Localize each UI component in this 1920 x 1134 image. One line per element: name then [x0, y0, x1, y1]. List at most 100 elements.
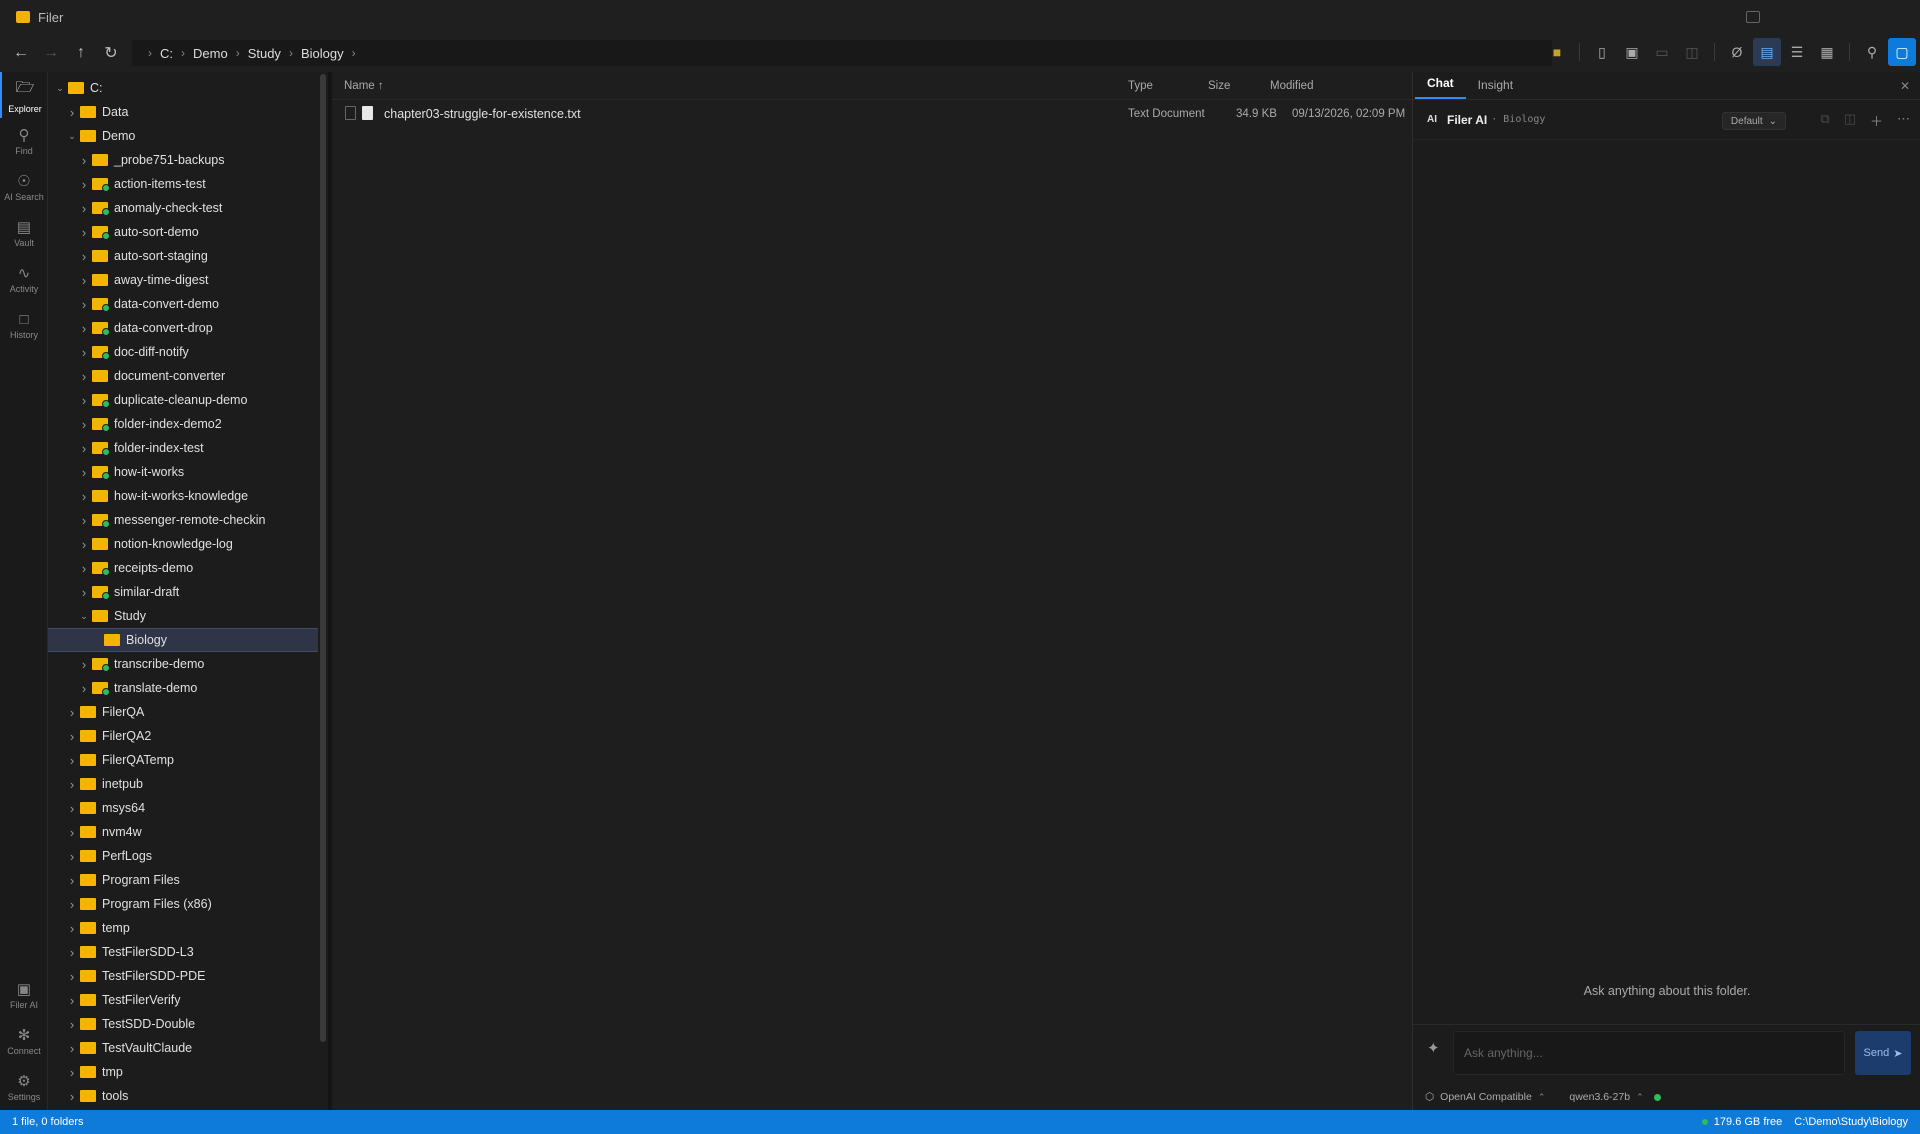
- chevron-right-icon[interactable]: ›: [78, 345, 90, 360]
- activity-history[interactable]: □ History: [0, 302, 48, 348]
- tree-scrollbar-thumb[interactable]: [320, 74, 326, 1042]
- new-folder-button[interactable]: ▣: [1618, 38, 1646, 66]
- column-type[interactable]: Type: [1128, 80, 1153, 92]
- tree-item[interactable]: › TestSDD-Double: [48, 1012, 318, 1036]
- tree-item[interactable]: › folder-index-test: [48, 436, 318, 460]
- chevron-down-icon[interactable]: ⌄: [54, 83, 66, 94]
- chevron-right-icon[interactable]: ›: [78, 585, 90, 600]
- plus-icon[interactable]: ＋: [1870, 111, 1883, 130]
- tree-item[interactable]: › receipts-demo: [48, 556, 318, 580]
- tree-item[interactable]: › transcribe-demo: [48, 652, 318, 676]
- folder-action-button[interactable]: ■: [1543, 38, 1571, 66]
- column-size[interactable]: Size: [1208, 80, 1230, 92]
- chevron-right-icon[interactable]: ›: [78, 321, 90, 336]
- toggle-hidden-button[interactable]: Ø: [1723, 38, 1751, 66]
- chevron-down-icon[interactable]: ⌄: [78, 611, 90, 622]
- tree-item[interactable]: › PerfLogs: [48, 844, 318, 868]
- tree-item[interactable]: › inetpub: [48, 772, 318, 796]
- chevron-right-icon[interactable]: ›: [78, 225, 90, 240]
- tree-item[interactable]: › similar-draft: [48, 580, 318, 604]
- tree-item[interactable]: › data-convert-demo: [48, 292, 318, 316]
- search-button[interactable]: ⚲: [1858, 38, 1886, 66]
- breadcrumb[interactable]: › C: › Demo › Study › Biology ›: [132, 40, 1552, 66]
- tree-item[interactable]: › action-items-test: [48, 172, 318, 196]
- tree-item[interactable]: › Program Files: [48, 868, 318, 892]
- tree-item[interactable]: › auto-sort-demo: [48, 220, 318, 244]
- chevron-right-icon[interactable]: ›: [66, 993, 78, 1008]
- tree-item[interactable]: › anomaly-check-test: [48, 196, 318, 220]
- trash-icon[interactable]: ◫: [1844, 111, 1856, 130]
- chevron-right-icon[interactable]: ›: [78, 465, 90, 480]
- chevron-right-icon[interactable]: ›: [78, 249, 90, 264]
- grid-view-button[interactable]: ▦: [1813, 38, 1841, 66]
- tree-item[interactable]: › away-time-digest: [48, 268, 318, 292]
- chevron-right-icon[interactable]: ›: [78, 153, 90, 168]
- delete-button[interactable]: ◫: [1678, 38, 1706, 66]
- chevron-right-icon[interactable]: ›: [78, 393, 90, 408]
- copy-icon[interactable]: ⧉: [1820, 111, 1829, 130]
- chevron-up-icon[interactable]: ⌃: [1538, 1092, 1546, 1103]
- tree-item[interactable]: ⌄ C:: [48, 76, 318, 100]
- chevron-right-icon[interactable]: ›: [66, 969, 78, 984]
- back-button[interactable]: ←: [6, 38, 36, 68]
- chevron-right-icon[interactable]: ›: [66, 1065, 78, 1080]
- tree-item[interactable]: ⌄ Demo: [48, 124, 318, 148]
- chevron-right-icon[interactable]: ›: [66, 753, 78, 768]
- paste-button[interactable]: ▭: [1648, 38, 1676, 66]
- activity-filer-ai[interactable]: ▣ Filer AI: [0, 972, 48, 1018]
- list-view-button[interactable]: ☰: [1783, 38, 1811, 66]
- chevron-right-icon[interactable]: ›: [66, 729, 78, 744]
- activity-explorer[interactable]: 🗁 Explorer: [0, 72, 48, 118]
- tree-item[interactable]: › auto-sort-staging: [48, 244, 318, 268]
- activity-find[interactable]: ⚲ Find: [0, 118, 48, 164]
- tree-item[interactable]: › duplicate-cleanup-demo: [48, 388, 318, 412]
- chevron-right-icon[interactable]: ›: [78, 369, 90, 384]
- chevron-right-icon[interactable]: ›: [66, 825, 78, 840]
- column-modified[interactable]: Modified: [1270, 80, 1313, 92]
- activity-settings[interactable]: ⚙ Settings: [0, 1064, 48, 1110]
- file-row[interactable]: chapter03-struggle-for-existence.txt Tex…: [332, 100, 1412, 128]
- tree-item[interactable]: › nvm4w: [48, 820, 318, 844]
- tree-item[interactable]: › notion-knowledge-log: [48, 532, 318, 556]
- tree-item[interactable]: › TestFilerSDD-PDE: [48, 964, 318, 988]
- chevron-right-icon[interactable]: ›: [66, 1089, 78, 1104]
- refresh-button[interactable]: ↻: [96, 38, 126, 68]
- chevron-right-icon[interactable]: ›: [66, 705, 78, 720]
- more-icon[interactable]: ⋯: [1897, 111, 1910, 130]
- tree-item[interactable]: › tools: [48, 1084, 318, 1108]
- breadcrumb-item[interactable]: Study: [248, 46, 281, 61]
- breadcrumb-item[interactable]: C:: [160, 46, 173, 61]
- chat-input[interactable]: [1453, 1031, 1845, 1075]
- activity-activity[interactable]: ∿ Activity: [0, 256, 48, 302]
- chevron-right-icon[interactable]: ›: [66, 801, 78, 816]
- tree-item[interactable]: › FilerQA2: [48, 724, 318, 748]
- sparkle-icon[interactable]: ✦: [1427, 1039, 1440, 1057]
- chevron-right-icon[interactable]: ›: [66, 945, 78, 960]
- tree-item[interactable]: › how-it-works-knowledge: [48, 484, 318, 508]
- new-file-button[interactable]: ▯: [1588, 38, 1616, 66]
- tree-item[interactable]: › TestVaultClaude: [48, 1036, 318, 1060]
- tree-item[interactable]: › how-it-works: [48, 460, 318, 484]
- chevron-right-icon[interactable]: ›: [78, 489, 90, 504]
- chevron-right-icon[interactable]: ›: [78, 561, 90, 576]
- chevron-up-icon[interactable]: ⌃: [1636, 1092, 1644, 1103]
- model-name[interactable]: qwen3.6-27b: [1569, 1091, 1630, 1103]
- chevron-right-icon[interactable]: ›: [66, 873, 78, 888]
- chevron-right-icon[interactable]: ›: [66, 921, 78, 936]
- up-button[interactable]: ↑: [66, 38, 96, 68]
- breadcrumb-item[interactable]: Biology: [301, 46, 344, 61]
- chevron-right-icon[interactable]: ›: [78, 417, 90, 432]
- chevron-right-icon[interactable]: ›: [78, 177, 90, 192]
- chevron-right-icon[interactable]: ›: [78, 513, 90, 528]
- tree-item[interactable]: Biology: [48, 628, 318, 652]
- tree-item[interactable]: ⌄ Study: [48, 604, 318, 628]
- breadcrumb-item[interactable]: Demo: [193, 46, 228, 61]
- chevron-right-icon[interactable]: ›: [78, 273, 90, 288]
- tree-item[interactable]: › TestFilerSDD-L3: [48, 940, 318, 964]
- chevron-right-icon[interactable]: ›: [78, 537, 90, 552]
- tree-item[interactable]: › Program Files (x86): [48, 892, 318, 916]
- close-icon[interactable]: ✕: [1900, 79, 1910, 93]
- tree-item[interactable]: › TestFilerVerify: [48, 988, 318, 1012]
- column-name[interactable]: Name ↑: [344, 80, 384, 92]
- activity-vault[interactable]: ▤ Vault: [0, 210, 48, 256]
